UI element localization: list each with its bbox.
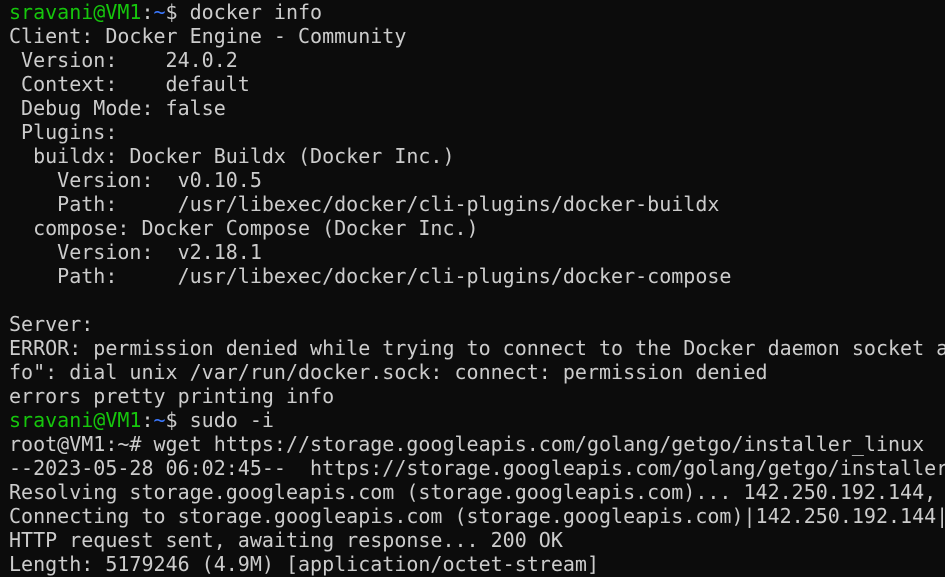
output-line: Debug Mode: false xyxy=(9,96,226,120)
error-line: fo": dial unix /var/run/docker.sock: con… xyxy=(9,360,768,384)
prompt-user-host: sravani@VM1 xyxy=(9,408,142,432)
output-line: Plugins: xyxy=(9,120,118,144)
output-line: buildx: Docker Buildx (Docker Inc.) xyxy=(9,144,455,168)
output-line: Version: v0.10.5 xyxy=(9,168,262,192)
output-line: Path: /usr/libexec/docker/cli-plugins/do… xyxy=(9,264,732,288)
output-line: HTTP request sent, awaiting response... … xyxy=(9,528,563,552)
output-line: Length: 5179246 (4.9M) [application/octe… xyxy=(9,552,600,576)
output-line: Version: v2.18.1 xyxy=(9,240,262,264)
root-command-line: root@VM1:~# wget https://storage.googlea… xyxy=(9,432,925,456)
output-line: errors pretty printing info xyxy=(9,384,335,408)
output-line: Resolving storage.googleapis.com (storag… xyxy=(9,480,937,504)
prompt-symbol: $ xyxy=(165,408,190,432)
prompt-user-host: sravani@VM1 xyxy=(9,0,142,24)
error-line: ERROR: permission denied while trying to… xyxy=(9,336,945,360)
output-line: Context: default xyxy=(9,72,250,96)
prompt-path: ~ xyxy=(153,0,166,24)
terminal-window[interactable]: sravani@VM1:~$ docker info Client: Docke… xyxy=(0,0,945,577)
command-text: docker info xyxy=(189,0,323,24)
output-line: compose: Docker Compose (Docker Inc.) xyxy=(9,216,479,240)
prompt-path: ~ xyxy=(153,408,166,432)
prompt-line-docker-info: sravani@VM1:~$ docker info xyxy=(9,0,945,24)
output-line: Server: xyxy=(9,312,94,336)
output-line: Version: 24.0.2 xyxy=(9,48,238,72)
output-line: Path: /usr/libexec/docker/cli-plugins/do… xyxy=(9,192,720,216)
prompt-colon: : xyxy=(141,408,154,432)
output-line: --2023-05-28 06:02:45-- https://storage.… xyxy=(9,456,945,480)
prompt-symbol: $ xyxy=(165,0,190,24)
command-text: sudo -i xyxy=(189,408,274,432)
output-line: Client: Docker Engine - Community xyxy=(9,24,407,48)
output-line: Connecting to storage.googleapis.com (st… xyxy=(9,504,945,528)
prompt-line-sudo: sravani@VM1:~$ sudo -i xyxy=(9,408,945,432)
prompt-colon: : xyxy=(141,0,154,24)
